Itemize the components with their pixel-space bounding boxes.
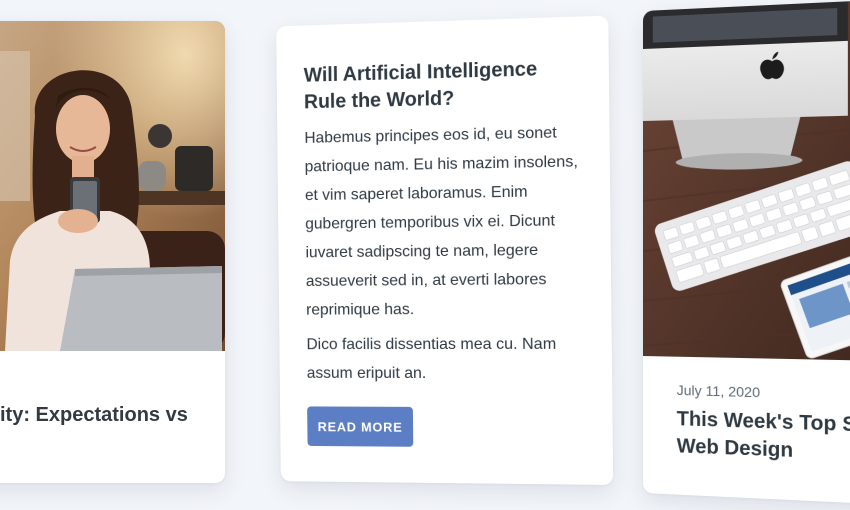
post-title[interactable]: Will Artificial Intelligence Rule the Wo… bbox=[304, 55, 583, 116]
post-card-center[interactable]: Will Artificial Intelligence Rule the Wo… bbox=[276, 15, 614, 485]
excerpt-paragraph: Dico facilis dissentias mea cu. Nam assu… bbox=[306, 335, 557, 382]
read-more-button[interactable]: READ MORE bbox=[307, 406, 414, 447]
post-title[interactable]: This Week's Top St Web Design bbox=[677, 406, 850, 470]
post-image-imac-desk bbox=[643, 0, 850, 362]
post-image-woman-phone bbox=[0, 21, 225, 351]
post-date: July 11, 2020 bbox=[676, 381, 761, 401]
excerpt-paragraph: Habemus principes eos id, eu sonet patri… bbox=[304, 124, 578, 319]
post-excerpt: Habemus principes eos id, eu sonet patri… bbox=[304, 118, 591, 395]
post-card-left[interactable]: ity: Expectations vs bbox=[0, 21, 225, 483]
post-card-right[interactable]: July 11, 2020 This Week's Top St Web Des… bbox=[643, 0, 850, 505]
post-title[interactable]: ity: Expectations vs bbox=[0, 401, 225, 429]
